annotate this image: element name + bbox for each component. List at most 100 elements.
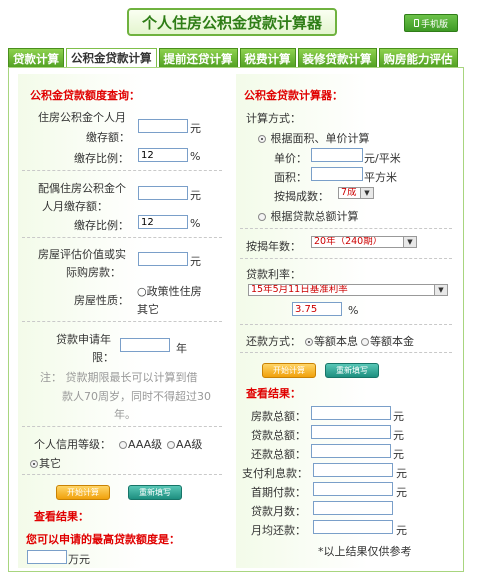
quota-heading: 公积金贷款额度查询： [30, 89, 140, 102]
mortgage-ratio-value: 7成 [341, 187, 357, 198]
unit-price-label: 单价： [274, 152, 307, 165]
divider [22, 237, 222, 238]
result-loan-total[interactable] [311, 425, 391, 439]
spouse-deposit-label-1: 配偶住房公积金个 [38, 182, 126, 195]
repay-equal-principal-option[interactable]: 等额本金 [361, 333, 414, 349]
method-by-area-label: 根据面积、单价计算 [270, 132, 370, 145]
house-value-label-2: 际购房款： [66, 266, 121, 279]
divider [22, 426, 222, 427]
house-value-unit: 元 [190, 255, 201, 268]
tab-fund-loan-calc[interactable]: 公积金贷款计算 [66, 48, 157, 68]
tab-bar: 贷款计算 公积金贷款计算 提前还贷计算 税费计算 装修贷款计算 购房能力评估 [8, 48, 458, 68]
area-label: 面积： [274, 171, 307, 184]
result-unit: 元 [393, 410, 404, 423]
chevron-down-icon: ▼ [360, 188, 373, 198]
result-unit: 元 [396, 524, 407, 537]
tab-loan-calc[interactable]: 贷款计算 [8, 48, 64, 68]
divider [22, 474, 222, 475]
personal-deposit-input[interactable] [138, 119, 188, 133]
left-results-heading: 查看结果： [34, 510, 89, 523]
spouse-ratio-unit: % [190, 217, 201, 230]
result-repay-total[interactable] [311, 444, 391, 458]
loan-years-label-2: 限： [92, 351, 114, 364]
calc-method-label: 计算方式： [246, 112, 301, 125]
divider [240, 324, 452, 325]
radio-icon [119, 441, 127, 449]
result-loan-months[interactable] [313, 501, 393, 515]
credit-aa-label: AA级 [176, 438, 203, 451]
house-type-policy-option[interactable]: ○政策性住房 [137, 283, 202, 299]
result-label-interest: 支付利息款： [242, 467, 308, 480]
mortgage-ratio-select[interactable]: 7成 ▼ [338, 187, 374, 199]
tab-renovation-calc[interactable]: 装修贷款计算 [297, 48, 377, 68]
divider [22, 170, 222, 171]
max-amount-unit: 万元 [68, 553, 90, 566]
unit-price-unit: 元/平米 [364, 152, 401, 165]
tab-prepayment-calc[interactable]: 提前还贷计算 [158, 48, 238, 68]
credit-aa-option[interactable]: AA级 [167, 436, 202, 452]
footnote: *以上结果仅供参考 [318, 545, 412, 558]
note-line-3: 年。 [114, 408, 136, 421]
spouse-deposit-label-2: 人月缴存额： [42, 200, 108, 213]
result-interest[interactable] [313, 463, 393, 477]
calculator-heading: 公积金贷款计算器： [244, 89, 343, 102]
right-reset-button[interactable]: 重新填写 [325, 363, 379, 378]
spouse-ratio-input[interactable] [138, 215, 188, 229]
result-label-house-total: 房款总额： [251, 410, 306, 423]
repay-equal-installment-option[interactable]: 等额本息 [305, 333, 358, 349]
house-type-other-option[interactable]: 其它 [137, 301, 159, 317]
chevron-down-icon: ▼ [403, 237, 416, 247]
method-by-total-option[interactable]: 根据贷款总额计算 [258, 208, 359, 224]
unit-price-input[interactable] [311, 148, 363, 162]
max-amount-output[interactable] [27, 550, 67, 564]
interest-rate-label: 贷款利率： [246, 268, 301, 281]
divider [22, 321, 222, 322]
personal-ratio-input[interactable] [138, 148, 188, 162]
area-input[interactable] [311, 167, 363, 181]
repay-method-label: 还款方式： [246, 335, 301, 348]
loan-years-label-1: 贷款申请年 [56, 333, 111, 346]
radio-icon [167, 441, 175, 449]
interest-rate-select-value: 15年5月11日基准利率 [251, 284, 348, 295]
tab-affordability[interactable]: 购房能力评估 [378, 48, 458, 68]
interest-rate-select[interactable]: 15年5月11日基准利率 ▼ [248, 284, 448, 296]
result-house-total[interactable] [311, 406, 391, 420]
personal-deposit-unit: 元 [190, 122, 201, 135]
spouse-deposit-input[interactable] [138, 186, 188, 200]
left-reset-button[interactable]: 重新填写 [128, 485, 182, 500]
personal-deposit-label-1: 住房公积金个人月 [38, 111, 126, 124]
result-label-loan-months: 贷款月数： [251, 505, 306, 518]
divider [240, 352, 452, 353]
note-line-1: 注： 贷款期限最长可以计算到借 [40, 371, 198, 384]
house-value-label-1: 房屋评估价值或实 [38, 248, 126, 261]
mobile-version-button[interactable]: 手机版 [404, 14, 458, 32]
phone-icon [413, 19, 419, 27]
result-label-down-payment: 首期付款： [251, 486, 306, 499]
credit-other-option[interactable]: 其它 [30, 455, 61, 471]
tab-tax-calc[interactable]: 税费计算 [239, 48, 296, 68]
mortgage-years-select[interactable]: 20年（240期） ▼ [311, 236, 417, 248]
radio-icon [361, 338, 369, 346]
house-value-input[interactable] [138, 252, 188, 266]
interest-rate-unit: % [348, 304, 359, 317]
mortgage-years-value: 20年（240期） [314, 236, 383, 247]
result-down-payment[interactable] [313, 482, 393, 496]
right-calculate-button[interactable]: 开始计算 [262, 363, 316, 378]
right-results-heading: 查看结果： [246, 387, 301, 400]
left-calculate-button[interactable]: 开始计算 [56, 485, 110, 500]
house-type-label: 房屋性质： [74, 294, 129, 307]
interest-rate-input[interactable] [292, 302, 342, 316]
result-unit: 元 [396, 486, 407, 499]
personal-deposit-label-2: 缴存额： [86, 131, 130, 144]
radio-icon [258, 135, 266, 143]
repay-equal-principal-label: 等额本金 [370, 335, 414, 348]
mortgage-ratio-label: 按揭成数： [274, 190, 329, 203]
method-by-total-label: 根据贷款总额计算 [270, 210, 359, 223]
personal-ratio-unit: % [190, 150, 201, 163]
repay-equal-installment-label: 等额本息 [314, 335, 358, 348]
mortgage-years-label: 按揭年数： [246, 240, 301, 253]
method-by-area-option[interactable]: 根据面积、单价计算 [258, 130, 370, 146]
result-monthly-payment[interactable] [313, 520, 393, 534]
credit-aaa-option[interactable]: AAA级 [119, 436, 162, 452]
loan-years-input[interactable] [120, 338, 170, 352]
